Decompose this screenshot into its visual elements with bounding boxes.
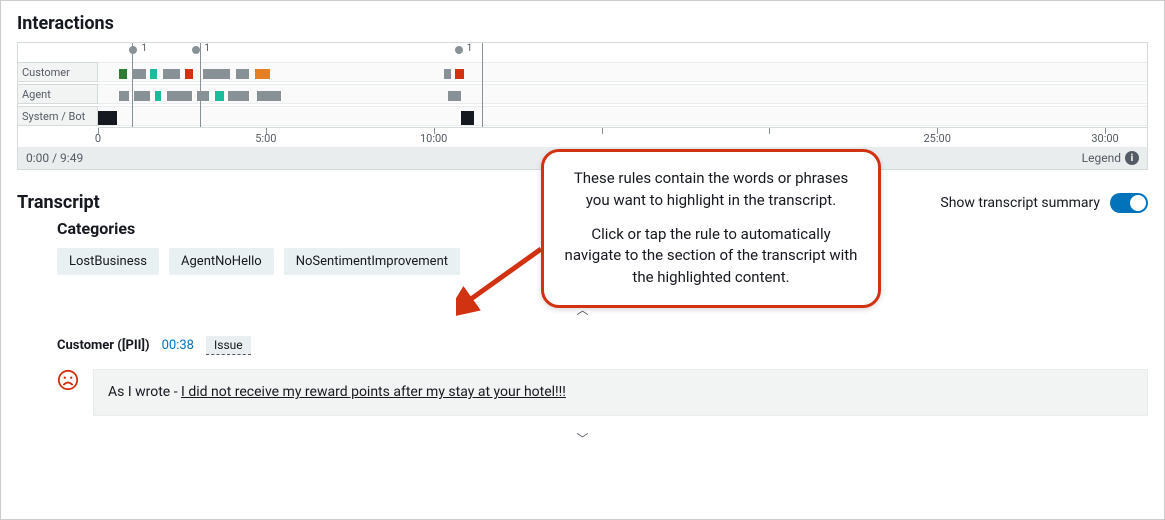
info-icon: i xyxy=(1125,151,1139,165)
marker-count: 1 xyxy=(467,43,473,54)
category-chip[interactable]: NoSentimentImprovement xyxy=(284,248,460,275)
expand-down-icon[interactable]: ﹀ xyxy=(17,430,1148,447)
marker-count: 1 xyxy=(141,43,147,54)
category-chip[interactable]: LostBusiness xyxy=(57,248,159,275)
interactions-heading: Interactions xyxy=(17,13,1148,34)
annotation-callout: These rules contain the words or phrases… xyxy=(541,149,881,308)
track-lane-system[interactable] xyxy=(98,106,1147,126)
utterance-text: As I wrote - I did not receive my reward… xyxy=(93,369,1148,416)
category-chip[interactable]: AgentNoHello xyxy=(169,248,274,275)
issue-badge[interactable]: Issue xyxy=(206,336,251,355)
utterance-timestamp[interactable]: 00:38 xyxy=(162,338,194,353)
track-label-agent: Agent xyxy=(18,84,98,104)
track-label-system: System / Bot xyxy=(18,106,98,126)
show-summary-toggle[interactable] xyxy=(1110,193,1148,213)
marker-count: 1 xyxy=(204,43,210,54)
playtime-text: 0:00 / 9:49 xyxy=(26,151,83,165)
annotation-arrow-icon xyxy=(456,239,546,319)
transcript-heading: Transcript xyxy=(17,192,100,213)
timeline-markers-lane: 1 1 1 xyxy=(98,44,1147,60)
track-lane-agent[interactable] xyxy=(98,84,1147,104)
highlighted-text: I did not receive my reward points after… xyxy=(181,384,566,400)
timeline-axis: 0 5:00 10:00 25:00 30:00 xyxy=(98,127,1147,147)
show-summary-label: Show transcript summary xyxy=(940,195,1100,211)
utterance-speaker: Customer ([PII]) xyxy=(57,338,150,353)
track-label-customer: Customer xyxy=(18,62,98,82)
track-lane-customer[interactable] xyxy=(98,62,1147,82)
legend-button[interactable]: Legend i xyxy=(1082,151,1139,165)
frown-icon xyxy=(57,369,79,391)
